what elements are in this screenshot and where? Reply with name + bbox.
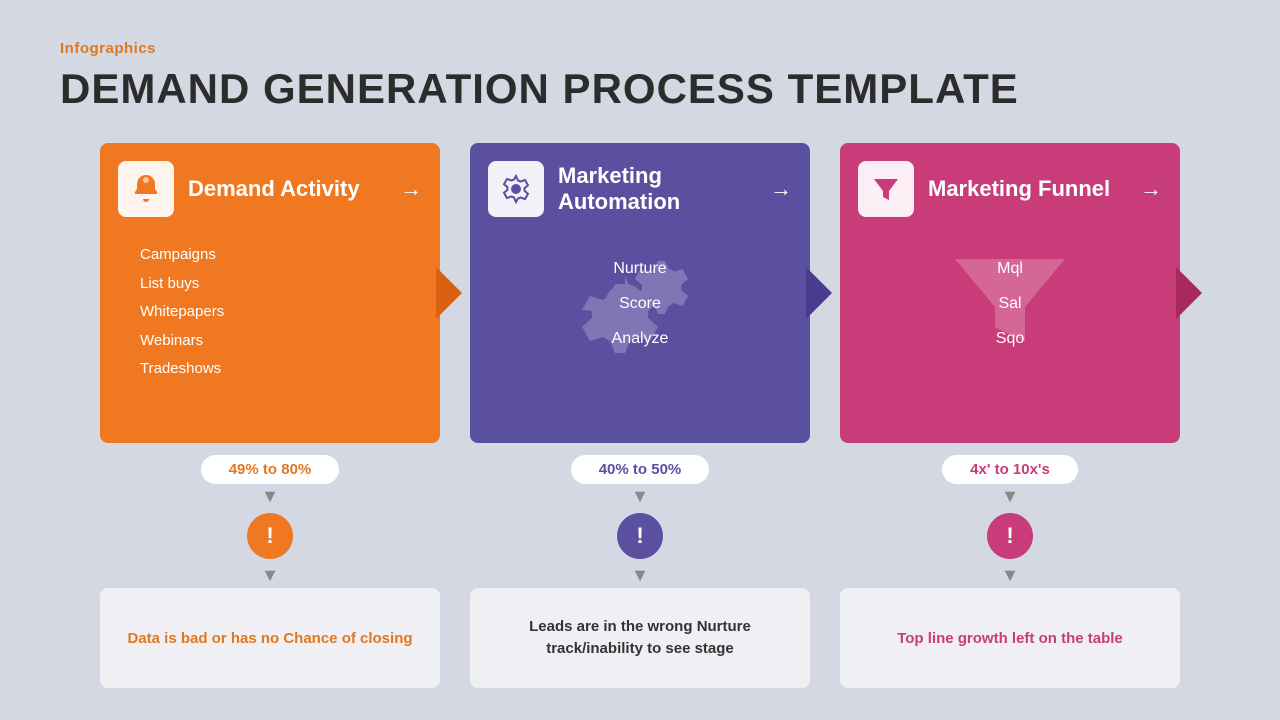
alert-circle-demand: ! [247,513,293,559]
chevron-auto [806,267,832,319]
alert-circle-funnel: ! [987,513,1033,559]
note-card-auto: Leads are in the wrong Nurture track/ina… [470,588,810,688]
column-marketing-automation: Marketing Automation → Nurture Score Ana… [470,143,810,688]
list-item: List buys [140,270,224,299]
card-marketing-funnel: Marketing Funnel → Mql Sal Sqo [840,143,1180,443]
down-arrow2-auto: ▼ [631,565,649,586]
card-body-funnel: Mql Sal Sqo [840,231,1180,397]
page: Infographics DEMAND GENERATION PROCESS T… [0,0,1280,720]
column-marketing-funnel: Marketing Funnel → Mql Sal Sqo [840,143,1180,688]
pct-pill-funnel: 4x' to 10x's [942,455,1078,484]
chevron-funnel [1176,267,1202,319]
card-demand-activity: Demand Activity → Campaigns List buys Wh… [100,143,440,443]
gear-icon [499,172,533,206]
pct-pill-auto: 40% to 50% [571,455,710,484]
list-items-demand: Campaigns List buys Whitepapers Webinars… [140,241,224,384]
list-item: Tradeshows [140,355,224,384]
card-body-auto: Nurture Score Analyze [470,231,810,397]
list-item: Campaigns [140,241,224,270]
alert-label-funnel: ! [1006,523,1013,549]
card-header-demand: Demand Activity → [100,143,440,231]
icon-box-bell [118,161,174,217]
funnel-icon [869,172,903,206]
bg-gear-icon [570,244,710,364]
alert-label-demand: ! [266,523,273,549]
connector-funnel: 4x' to 10x's ▼ ! ▼ [840,443,1180,588]
card-title-demand: Demand Activity [188,176,360,202]
down-arrow-auto: ▼ [631,486,649,507]
down-arrow2-demand: ▼ [261,565,279,586]
down-arrow2-funnel: ▼ [1001,565,1019,586]
icon-box-funnel [858,161,914,217]
bell-icon [129,172,163,206]
card-header-funnel: Marketing Funnel → [840,143,1180,231]
connector-demand: 49% to 80% ▼ ! ▼ [100,443,440,588]
arrow-right-auto: → [770,176,792,202]
arrow-right-demand: → [400,176,422,202]
connector-auto: 40% to 50% ▼ ! ▼ [470,443,810,588]
alert-circle-auto: ! [617,513,663,559]
note-text-funnel: Top line growth left on the table [897,628,1123,649]
card-header-auto: Marketing Automation → [470,143,810,231]
card-title-funnel: Marketing Funnel [928,176,1110,202]
column-demand-activity: Demand Activity → Campaigns List buys Wh… [100,143,440,688]
card-body-demand: Campaigns List buys Whitepapers Webinars… [100,231,440,394]
down-arrow-funnel: ▼ [1001,486,1019,507]
alert-label-auto: ! [636,523,643,549]
page-title: DEMAND GENERATION PROCESS TEMPLATE [60,65,1220,113]
note-card-demand: Data is bad or has no Chance of closing [100,588,440,688]
list-item: Webinars [140,327,224,356]
note-text-demand: Data is bad or has no Chance of closing [127,628,412,649]
arrow-right-funnel: → [1140,176,1162,202]
note-text-auto: Leads are in the wrong Nurture track/ina… [488,616,792,661]
note-card-funnel: Top line growth left on the table [840,588,1180,688]
bg-funnel-icon [945,244,1075,364]
card-marketing-automation: Marketing Automation → Nurture Score Ana… [470,143,810,443]
columns-container: Demand Activity → Campaigns List buys Wh… [60,143,1220,688]
down-arrow-demand: ▼ [261,486,279,507]
icon-box-gear [488,161,544,217]
category-label: Infographics [60,40,1220,57]
chevron-demand [436,267,462,319]
pct-pill-demand: 49% to 80% [201,455,340,484]
card-title-auto: Marketing Automation [558,163,756,216]
list-item: Whitepapers [140,298,224,327]
